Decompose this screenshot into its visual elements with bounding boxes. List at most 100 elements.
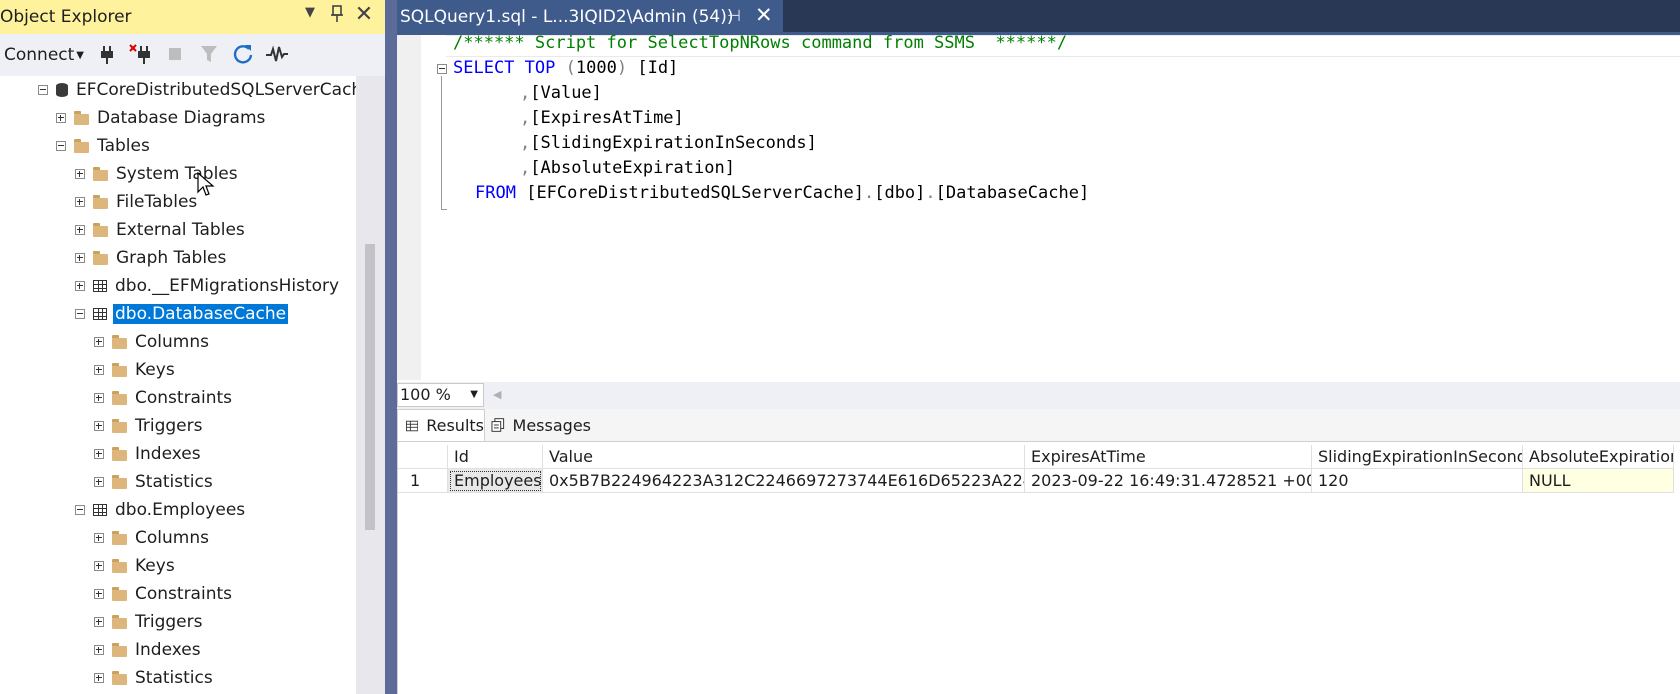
tree-node-efmigrationshistory[interactable]: dbo.__EFMigrationsHistory: [75, 273, 339, 299]
folder-icon: [112, 642, 127, 657]
cell-slidingexpiration[interactable]: 120: [1312, 469, 1523, 493]
tab-sqlquery1[interactable]: SQLQuery1.sql - L...3IQID2\Admin (54)) ⊣…: [397, 0, 783, 32]
tree-node-label: Constraints: [135, 388, 232, 408]
tree-node-triggers[interactable]: Triggers: [94, 413, 203, 439]
sql-comment: /****** Script for SelectTopNRows comman…: [453, 33, 1068, 53]
tree-node-columns[interactable]: Columns: [94, 525, 209, 551]
tree-scrollbar-thumb[interactable]: [365, 244, 375, 530]
tree-node-constraints[interactable]: Constraints: [94, 581, 232, 607]
close-tab-icon[interactable]: ✕: [755, 3, 773, 27]
tab-messages[interactable]: Messages: [489, 409, 591, 441]
expand-icon[interactable]: [94, 337, 104, 347]
sql-identifier: [DatabaseCache]: [935, 183, 1090, 203]
expand-icon[interactable]: [56, 113, 66, 123]
code-line-value: ,[Value]: [520, 81, 602, 106]
column-header-absoluteexpiration[interactable]: AbsoluteExpiration: [1523, 445, 1674, 469]
collapse-icon[interactable]: [75, 505, 85, 515]
expand-icon[interactable]: [94, 449, 104, 459]
disconnect-icon[interactable]: [128, 41, 154, 67]
column-header-slidingexpiration[interactable]: SlidingExpirationInSeconds: [1312, 445, 1523, 469]
tree-node-external-tables[interactable]: External Tables: [75, 217, 245, 243]
tree-node-columns[interactable]: Columns: [94, 329, 209, 355]
close-icon[interactable]: ✕: [353, 2, 375, 27]
object-explorer-panel: Object Explorer ▼ ✕ Connect ▼ EFCoreDist…: [0, 0, 385, 694]
expand-icon[interactable]: [75, 225, 85, 235]
connect-button[interactable]: Connect ▼: [4, 45, 84, 65]
pin-icon[interactable]: [326, 5, 348, 28]
tab-results-label: Results: [426, 416, 484, 435]
tree-node-filetables[interactable]: FileTables: [75, 189, 197, 215]
row-number-cell[interactable]: 1: [398, 469, 448, 493]
column-header-value[interactable]: Value: [543, 445, 1025, 469]
sql-identifier: [EFCoreDistributedSQLServerCache]: [526, 183, 864, 203]
tree-node-constraints[interactable]: Constraints: [94, 385, 232, 411]
tree-node-indexes[interactable]: Indexes: [94, 637, 201, 663]
expand-icon[interactable]: [94, 365, 104, 375]
stop-icon[interactable]: [162, 41, 188, 67]
tree-node-graph-tables[interactable]: Graph Tables: [75, 245, 226, 271]
sql-comma: ,: [520, 133, 531, 153]
results-tabs: Results Messages: [397, 409, 1680, 441]
panel-splitter[interactable]: [385, 0, 397, 694]
column-header-id[interactable]: Id: [448, 445, 543, 469]
tree-node-database[interactable]: EFCoreDistributedSQLServerCache: [38, 77, 356, 103]
tree-node-label: Database Diagrams: [97, 108, 266, 128]
collapse-icon[interactable]: [56, 141, 66, 151]
expand-icon[interactable]: [94, 533, 104, 543]
collapse-icon[interactable]: [75, 309, 85, 319]
activity-monitor-icon[interactable]: [264, 41, 290, 67]
tree-node-database-diagrams[interactable]: Database Diagrams: [56, 105, 265, 131]
column-header-expiresattime[interactable]: ExpiresAtTime: [1025, 445, 1312, 469]
object-explorer-toolbar: Connect ▼: [0, 34, 385, 77]
tree-node-triggers[interactable]: Triggers: [94, 609, 203, 635]
refresh-icon[interactable]: [230, 41, 256, 67]
expand-icon[interactable]: [75, 253, 85, 263]
cell-absoluteexpiration[interactable]: NULL: [1523, 469, 1674, 493]
folder-icon: [74, 110, 89, 125]
tree-node-indexes[interactable]: Indexes: [94, 441, 201, 467]
expand-icon[interactable]: [75, 197, 85, 207]
code-line-expires: ,[ExpiresAtTime]: [520, 106, 684, 131]
tree-node-label: Statistics: [135, 472, 213, 492]
mouse-cursor-icon: [197, 172, 215, 196]
zoom-select[interactable]: 100 % ▼: [397, 383, 484, 407]
tree-node-statistics[interactable]: Statistics: [94, 665, 213, 691]
tab-results[interactable]: Results: [397, 409, 485, 441]
code-line-absolute: ,[AbsoluteExpiration]: [520, 156, 735, 181]
collapse-region-icon[interactable]: [437, 64, 447, 74]
tree-node-employees[interactable]: dbo.Employees: [75, 497, 245, 523]
cell-expiresattime[interactable]: 2023-09-22 16:49:31.4728521 +00:00: [1025, 469, 1312, 493]
expand-icon[interactable]: [94, 645, 104, 655]
tree-node-keys[interactable]: Keys: [94, 357, 175, 383]
connect-plug-icon[interactable]: [94, 41, 120, 67]
expand-icon[interactable]: [94, 673, 104, 683]
folder-icon: [112, 362, 127, 377]
tree-node-databasecache[interactable]: dbo.DatabaseCache: [75, 301, 290, 327]
sql-identifier: [Id]: [637, 58, 679, 78]
expand-icon[interactable]: [94, 561, 104, 571]
expand-icon[interactable]: [94, 421, 104, 431]
tree-node-statistics[interactable]: Statistics: [94, 469, 213, 495]
scroll-left-icon[interactable]: ◀: [493, 388, 501, 401]
pin-tab-icon[interactable]: ⊣: [727, 6, 741, 25]
folder-icon: [93, 250, 108, 265]
expand-icon[interactable]: [94, 617, 104, 627]
folder-icon: [93, 166, 108, 181]
folder-icon: [112, 558, 127, 573]
expand-icon[interactable]: [94, 589, 104, 599]
cell-id[interactable]: Employees: [448, 469, 543, 493]
tree-node-keys[interactable]: Keys: [94, 553, 175, 579]
expand-icon[interactable]: [94, 477, 104, 487]
folder-icon: [93, 222, 108, 237]
folder-icon: [112, 474, 127, 489]
folder-icon: [112, 418, 127, 433]
cell-value[interactable]: 0x5B7B224964223A312C2246697273744E616D65…: [543, 469, 1025, 493]
expand-icon[interactable]: [75, 169, 85, 179]
code-line-comment: /****** Script for SelectTopNRows comman…: [453, 31, 1067, 56]
filter-icon[interactable]: [196, 41, 222, 67]
expand-icon[interactable]: [94, 393, 104, 403]
collapse-icon[interactable]: [38, 85, 48, 95]
dropdown-arrow-icon[interactable]: ▼: [299, 5, 321, 20]
expand-icon[interactable]: [75, 281, 85, 291]
tree-node-tables[interactable]: Tables: [56, 133, 150, 159]
